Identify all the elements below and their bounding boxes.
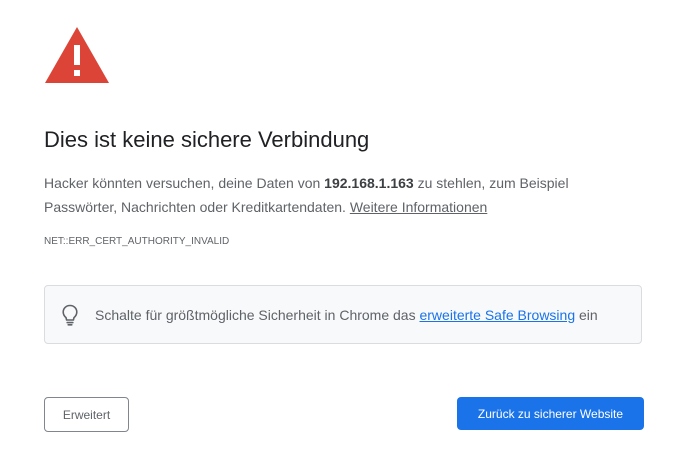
enhanced-safe-browsing-link[interactable]: erweiterte Safe Browsing bbox=[419, 307, 575, 323]
enhanced-protection-suffix: ein bbox=[579, 306, 598, 323]
warning-triangle-icon bbox=[45, 27, 109, 83]
enhanced-protection-prefix: Schalte für größtmögliche Sicherheit in … bbox=[95, 306, 416, 323]
explanation-prefix: Hacker könnten versuchen, deine Daten vo… bbox=[44, 175, 325, 191]
host-name: 192.168.1.163 bbox=[324, 175, 414, 191]
lightbulb-icon bbox=[62, 304, 78, 326]
enhanced-protection-message: Schalte für größtmögliche Sicherheit in … bbox=[44, 285, 642, 344]
page-title: Dies ist keine sichere Verbindung bbox=[44, 127, 370, 152]
back-to-safety-button[interactable]: Zurück zu sicherer Website bbox=[457, 397, 644, 430]
advanced-button[interactable]: Erweitert bbox=[44, 397, 129, 432]
learn-more-link[interactable]: Weitere Informationen bbox=[350, 199, 487, 215]
error-code: NET::ERR_CERT_AUTHORITY_INVALID bbox=[44, 236, 230, 247]
interstitial-page: Dies ist keine sichere Verbindung Hacker… bbox=[0, 0, 696, 469]
explanation-text: Hacker könnten versuchen, deine Daten vo… bbox=[44, 171, 644, 219]
